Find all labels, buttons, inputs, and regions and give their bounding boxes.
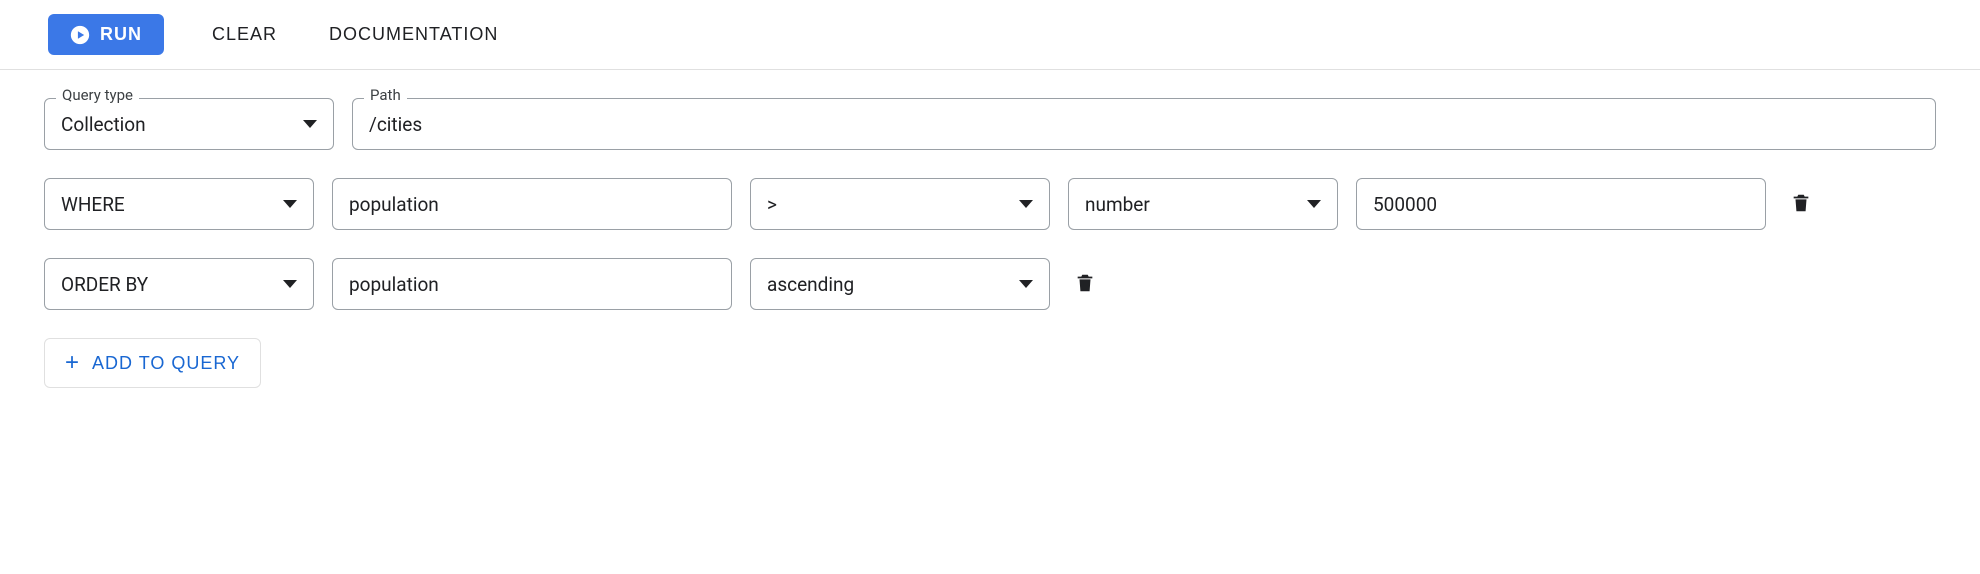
orderby-field-input[interactable]: population: [332, 258, 732, 310]
where-value-input[interactable]: 500000: [1356, 178, 1766, 230]
where-value: 500000: [1373, 193, 1437, 216]
query-header-row: Query type Collection Path /cities: [44, 98, 1936, 150]
query-type-select[interactable]: Collection: [44, 98, 334, 150]
where-operator-value: >: [767, 193, 777, 216]
query-type-value: Collection: [61, 113, 146, 136]
path-value: /cities: [369, 113, 422, 136]
trash-icon: [1790, 204, 1812, 219]
play-icon: [70, 25, 90, 45]
toolbar: RUN CLEAR DOCUMENTATION: [0, 0, 1980, 70]
chevron-down-icon: [303, 120, 317, 128]
delete-where-button[interactable]: [1784, 184, 1818, 225]
where-value-type: number: [1085, 193, 1150, 216]
clear-button[interactable]: CLEAR: [208, 16, 281, 53]
orderby-clause-row: ORDER BY population ascending: [44, 258, 1936, 310]
chevron-down-icon: [1307, 200, 1321, 208]
clause-type-value: ORDER BY: [61, 273, 148, 296]
path-field: Path /cities: [352, 98, 1936, 150]
orderby-direction-select[interactable]: ascending: [750, 258, 1050, 310]
query-type-field: Query type Collection: [44, 98, 334, 150]
chevron-down-icon: [1019, 280, 1033, 288]
add-to-query-label: ADD TO QUERY: [92, 353, 240, 374]
plus-icon: +: [65, 351, 80, 375]
run-button[interactable]: RUN: [48, 14, 164, 55]
orderby-direction-value: ascending: [767, 273, 854, 296]
query-builder: Query type Collection Path /cities WHERE…: [0, 70, 1980, 416]
clause-type-value: WHERE: [61, 193, 125, 216]
clause-type-select[interactable]: WHERE: [44, 178, 314, 230]
path-input[interactable]: /cities: [352, 98, 1936, 150]
trash-icon: [1074, 284, 1096, 299]
documentation-button[interactable]: DOCUMENTATION: [325, 16, 502, 53]
where-field-value: population: [349, 193, 439, 216]
path-label: Path: [364, 88, 407, 103]
chevron-down-icon: [1019, 200, 1033, 208]
orderby-field-value: population: [349, 273, 439, 296]
chevron-down-icon: [283, 200, 297, 208]
query-type-label: Query type: [56, 88, 139, 103]
delete-orderby-button[interactable]: [1068, 264, 1102, 305]
where-field-input[interactable]: population: [332, 178, 732, 230]
where-clause-row: WHERE population > number 500000: [44, 178, 1936, 230]
add-to-query-button[interactable]: + ADD TO QUERY: [44, 338, 261, 388]
run-button-label: RUN: [100, 24, 142, 45]
where-operator-select[interactable]: >: [750, 178, 1050, 230]
chevron-down-icon: [283, 280, 297, 288]
clause-type-select[interactable]: ORDER BY: [44, 258, 314, 310]
where-value-type-select[interactable]: number: [1068, 178, 1338, 230]
